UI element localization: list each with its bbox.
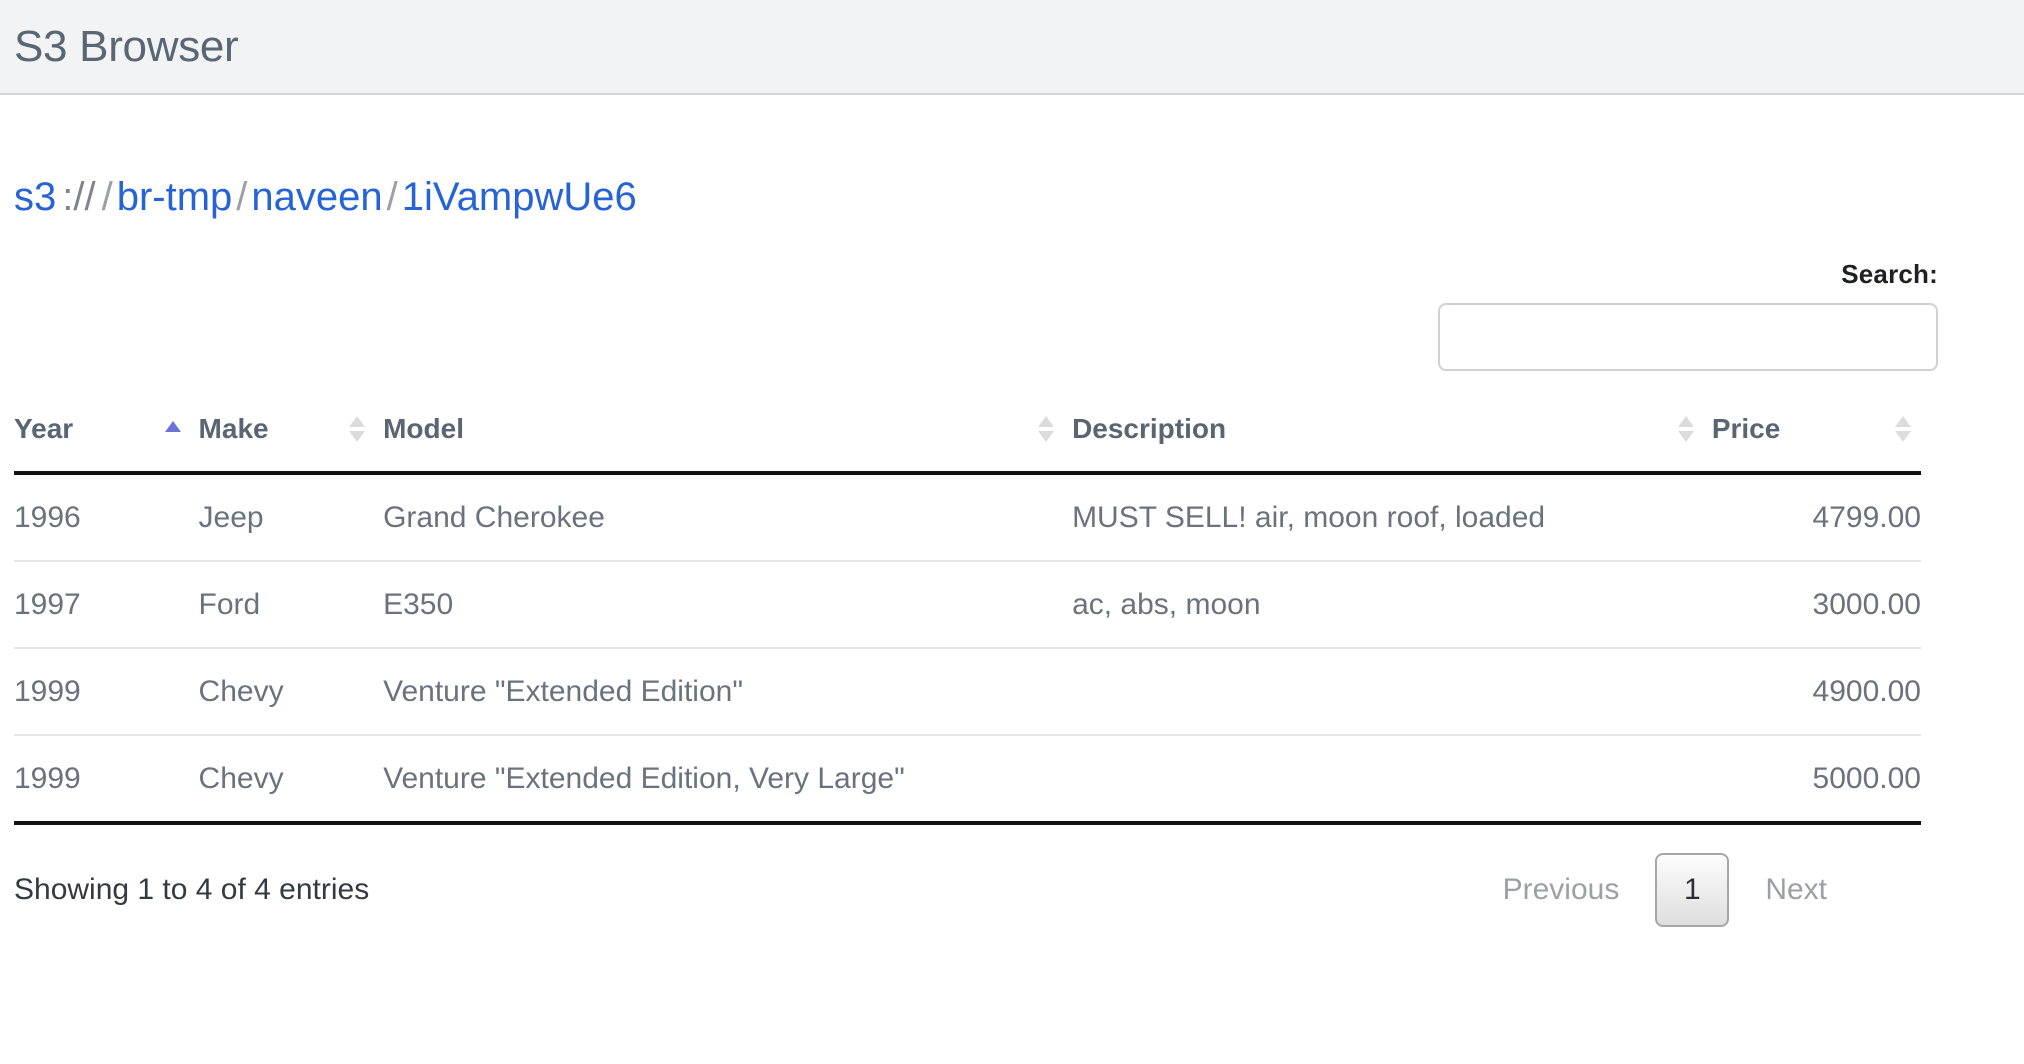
- cell-description: [1072, 735, 1712, 825]
- cell-make: Chevy: [198, 648, 384, 736]
- cell-price: 3000.00: [1711, 561, 1921, 649]
- table-body: 1996 Jeep Grand Cherokee MUST SELL! air,…: [14, 473, 1921, 825]
- cell-make: Chevy: [198, 735, 384, 825]
- breadcrumb-separator-1: /: [101, 175, 113, 219]
- column-header-year[interactable]: Year: [14, 413, 199, 475]
- column-label-model: Model: [383, 413, 464, 444]
- cell-year: 1997: [14, 561, 199, 649]
- pagination-next-button[interactable]: Next: [1751, 873, 1841, 907]
- app-title: S3 Browser: [14, 21, 239, 71]
- sort-toggle-icon-description[interactable]: [1677, 414, 1694, 444]
- search-label: Search:: [1841, 259, 1938, 289]
- cell-year: 1999: [14, 648, 199, 736]
- cell-year: 1996: [14, 473, 199, 562]
- column-label-description: Description: [1072, 413, 1227, 444]
- cell-model: Venture "Extended Edition": [383, 648, 1073, 736]
- breadcrumb-separator-3: /: [386, 175, 398, 219]
- sort-toggle-icon-model[interactable]: [1038, 414, 1055, 444]
- cell-year: 1999: [14, 735, 199, 825]
- sort-toggle-icon-price[interactable]: [1895, 414, 1911, 444]
- breadcrumb-separator-2: /: [236, 175, 248, 219]
- pagination: Previous 1 Next: [1489, 853, 1841, 927]
- cell-description: [1072, 648, 1712, 736]
- breadcrumb: s3:/// br-tmp / naveen/1iVampwUe6: [14, 177, 2010, 217]
- sort-toggle-icon-make[interactable]: [349, 414, 366, 444]
- column-label-year: Year: [14, 413, 74, 444]
- breadcrumb-root[interactable]: s3: [14, 175, 56, 219]
- column-header-make[interactable]: Make: [198, 413, 384, 475]
- sort-ascending-icon-year[interactable]: [164, 414, 181, 444]
- table-footer: Showing 1 to 4 of 4 entries Previous 1 N…: [14, 853, 1921, 927]
- cell-model: E350: [383, 561, 1073, 649]
- table-row[interactable]: 1997 Ford E350 ac, abs, moon 3000.00: [14, 561, 1921, 649]
- table-head: Year Make Model Description Price: [14, 413, 1921, 475]
- data-table-container: Year Make Model Description Price 1996 J…: [14, 413, 2010, 927]
- pagination-page-1-button[interactable]: 1: [1655, 853, 1730, 927]
- page-content: s3:/// br-tmp / naveen/1iVampwUe6 Search: Y…: [0, 177, 2024, 927]
- table-header-row: Year Make Model Description Price: [14, 413, 1921, 475]
- search-area: Search:: [14, 259, 2010, 371]
- cell-description: ac, abs, moon: [1072, 561, 1712, 649]
- cell-description: MUST SELL! air, moon roof, loaded: [1072, 473, 1712, 562]
- column-label-price: Price: [1711, 413, 1781, 444]
- pagination-previous-button[interactable]: Previous: [1489, 873, 1634, 907]
- column-label-make: Make: [198, 413, 269, 444]
- breadcrumb-item-bucket[interactable]: br-tmp: [117, 175, 233, 219]
- search-input[interactable]: [1438, 303, 1938, 371]
- column-header-description[interactable]: Description: [1072, 413, 1712, 475]
- table-info-text: Showing 1 to 4 of 4 entries: [14, 873, 370, 906]
- cell-make: Jeep: [198, 473, 384, 562]
- cell-model: Grand Cherokee: [383, 473, 1073, 562]
- column-header-price[interactable]: Price: [1711, 413, 1921, 475]
- table-row[interactable]: 1996 Jeep Grand Cherokee MUST SELL! air,…: [14, 473, 1921, 562]
- column-header-model[interactable]: Model: [383, 413, 1073, 475]
- cell-price: 5000.00: [1711, 735, 1921, 825]
- cell-model: Venture "Extended Edition, Very Large": [383, 735, 1073, 825]
- breadcrumb-item-object[interactable]: 1iVampwUe6: [402, 175, 637, 219]
- cell-price: 4799.00: [1711, 473, 1921, 562]
- data-table: Year Make Model Description Price 1996 J…: [14, 413, 1921, 825]
- cell-price: 4900.00: [1711, 648, 1921, 736]
- app-header: S3 Browser: [0, 0, 2024, 95]
- breadcrumb-scheme: ://: [62, 175, 96, 219]
- table-row[interactable]: 1999 Chevy Venture "Extended Edition, Ve…: [14, 735, 1921, 825]
- search-group: Search:: [1438, 259, 1938, 371]
- cell-make: Ford: [198, 561, 384, 649]
- table-row[interactable]: 1999 Chevy Venture "Extended Edition" 49…: [14, 648, 1921, 736]
- breadcrumb-item-folder[interactable]: naveen: [251, 175, 382, 219]
